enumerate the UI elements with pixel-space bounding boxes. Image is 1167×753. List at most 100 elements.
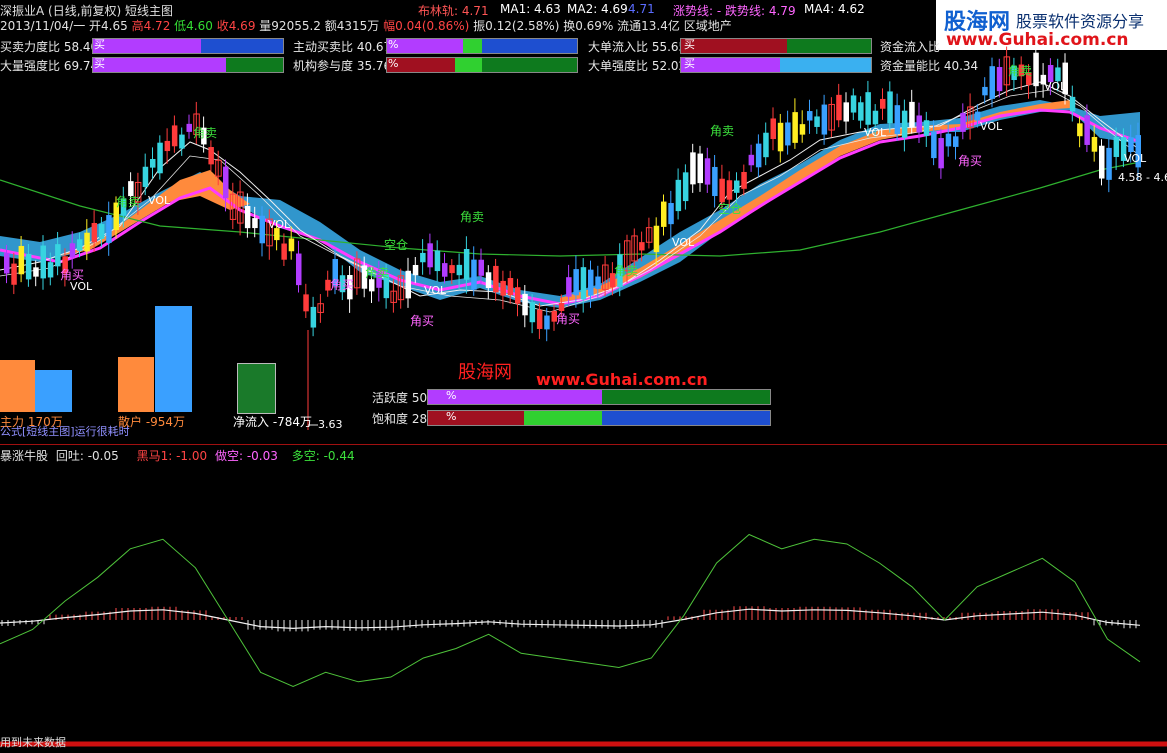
signal-vol-9: VOL bbox=[1124, 152, 1147, 165]
candle-body bbox=[1077, 123, 1083, 137]
bar-seg bbox=[787, 39, 871, 53]
candle-body bbox=[4, 252, 10, 274]
candle-body bbox=[150, 158, 156, 168]
bar-seg bbox=[93, 58, 226, 72]
indicator-label-8: 资金量能比 40.34 bbox=[880, 59, 979, 73]
candle-body bbox=[814, 116, 820, 127]
candle-body bbox=[55, 244, 61, 267]
candle-body bbox=[369, 279, 375, 292]
bar-seg bbox=[523, 411, 603, 425]
candle-body bbox=[588, 269, 594, 296]
candle-body bbox=[850, 95, 857, 113]
indicator-bar-2 bbox=[92, 57, 284, 73]
candle-body bbox=[84, 232, 90, 252]
signal-vol-7: VOL bbox=[980, 120, 1003, 133]
candle-body bbox=[960, 112, 966, 132]
candle-body bbox=[142, 166, 149, 187]
signal-empty-1: 空仓 bbox=[384, 238, 409, 252]
bar-seg bbox=[201, 39, 283, 53]
indicator-tag-6: 买 bbox=[684, 57, 695, 70]
candle-body bbox=[785, 122, 791, 146]
candle-body bbox=[208, 147, 214, 165]
bar-seg bbox=[602, 411, 770, 425]
candle-body bbox=[25, 253, 32, 280]
candle-body bbox=[500, 280, 506, 296]
signal-vol-3: VOL bbox=[70, 280, 93, 293]
candle-body bbox=[33, 267, 39, 277]
activity-bar-2 bbox=[427, 410, 771, 426]
candle-body bbox=[799, 124, 806, 135]
signal-buy-2: 角买 bbox=[330, 278, 355, 292]
candle-body bbox=[515, 287, 521, 304]
signal-vol-8: VOL bbox=[1044, 80, 1067, 93]
candle-body bbox=[478, 259, 484, 276]
candle-body bbox=[259, 215, 265, 244]
candle-body bbox=[522, 293, 528, 316]
signal-vol-6: VOL bbox=[864, 126, 887, 139]
candle-body bbox=[11, 263, 17, 285]
candle-body bbox=[420, 252, 426, 263]
signal-vol-1: VOL bbox=[148, 194, 171, 207]
candle-body bbox=[164, 140, 171, 152]
candle-body bbox=[953, 136, 959, 147]
candle-body bbox=[697, 153, 703, 184]
candle-body bbox=[573, 269, 579, 296]
candle-body bbox=[982, 86, 988, 96]
candle-body bbox=[719, 178, 725, 203]
candle-body bbox=[916, 115, 922, 133]
candle-body bbox=[47, 262, 54, 278]
candle-body bbox=[91, 222, 98, 243]
candle-body bbox=[865, 92, 871, 125]
net-inflow-label: 净流入 -784万 bbox=[233, 415, 313, 429]
candle-body bbox=[544, 315, 550, 330]
candle-body bbox=[704, 158, 711, 185]
signal-sell-1: 角卖 bbox=[193, 126, 218, 140]
candle-body bbox=[843, 102, 849, 122]
signal-vol-4: VOL bbox=[424, 284, 447, 297]
zero-axis-ticks bbox=[1, 606, 1137, 632]
net-inflow-bar bbox=[237, 363, 276, 414]
signal-empty-2: 空仓 bbox=[718, 202, 743, 216]
signal-buy-4: 角买 bbox=[556, 312, 581, 326]
candle-body bbox=[887, 91, 893, 124]
low-marker: 3.63 bbox=[318, 418, 343, 431]
signal-sell-7: 角卖 bbox=[1008, 64, 1033, 78]
candle-body bbox=[456, 264, 463, 276]
indicator-label-7: 资金流入比 bbox=[880, 40, 941, 54]
candle-body bbox=[471, 259, 477, 290]
bar-seg bbox=[428, 411, 524, 425]
candle-body bbox=[726, 180, 733, 200]
indicator-bar-5 bbox=[680, 38, 872, 54]
indicator-label-2: 大量强度比 69.74 bbox=[0, 59, 99, 73]
activity-tag-2: % bbox=[446, 410, 457, 423]
indicator-bar-4 bbox=[386, 57, 578, 73]
signal-buy-3: 角买 bbox=[410, 314, 435, 328]
candle-body bbox=[223, 166, 229, 199]
indicator-tag-5: 买 bbox=[684, 38, 695, 51]
retail-bar-orange bbox=[118, 357, 154, 412]
candle-body bbox=[485, 272, 492, 289]
candle-body bbox=[244, 205, 251, 229]
candle-body bbox=[690, 152, 696, 185]
activity-tag-1: % bbox=[446, 389, 457, 402]
indicator-label-1: 买卖力度比 58.40 bbox=[0, 40, 99, 54]
indicator-label-5: 大单流入比 55.65 bbox=[588, 40, 687, 54]
center-watermark-url: www.Guhai.com.cn bbox=[536, 370, 708, 389]
candle-body bbox=[807, 111, 813, 121]
candle-body bbox=[1113, 137, 1120, 157]
candle-body bbox=[507, 278, 514, 296]
bar-seg bbox=[681, 58, 780, 72]
ma-green-line bbox=[0, 161, 1141, 257]
candle-body bbox=[880, 98, 886, 109]
candle-body bbox=[1033, 52, 1039, 87]
candle-body bbox=[595, 276, 601, 289]
bar-seg bbox=[455, 58, 482, 72]
lower-footer: 用到未来数据 bbox=[0, 736, 66, 749]
candle-body bbox=[463, 248, 470, 280]
candle-body bbox=[1091, 136, 1098, 152]
main-force-bar-orange bbox=[0, 360, 35, 412]
candle-body bbox=[1084, 115, 1090, 145]
indicator-bar-3 bbox=[386, 38, 578, 54]
signal-sell-4: 角卖 bbox=[365, 266, 390, 280]
indicator-label-4: 机构参与度 35.76 bbox=[293, 59, 392, 73]
